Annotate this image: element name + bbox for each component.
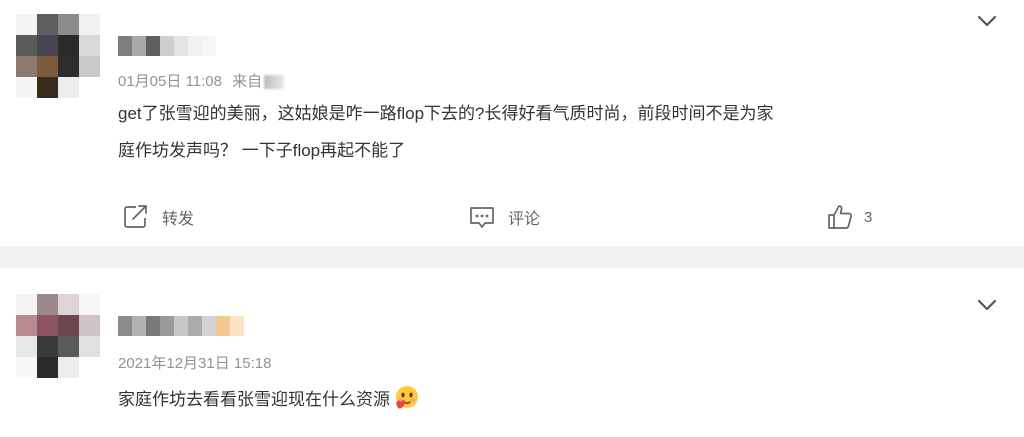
repost-icon [122, 204, 150, 230]
source-label: 来自 [232, 73, 263, 90]
comment-text: get了张雪迎的美丽，这姑娘是咋一路flop下去的?长得好看气质时尚，前段时间不… [118, 95, 774, 169]
comment-label: 评论 [508, 211, 541, 228]
comment-text-line: 家庭作坊去看看张雪迎现在什么资源 [118, 390, 390, 409]
repost-button[interactable]: 转发 [122, 197, 194, 237]
thumbs-up-icon [826, 203, 854, 231]
comment-icon [468, 204, 496, 230]
post-meta: 01月05日 11:08 来自 [118, 70, 285, 91]
like-button[interactable]: 3 [826, 197, 872, 237]
divider [0, 246, 1024, 268]
like-count: 3 [864, 208, 873, 226]
post-meta: 2021年12月31日 15:18 [118, 352, 271, 373]
username[interactable] [118, 36, 216, 56]
timestamp: 2021年12月31日 15:18 [118, 355, 272, 372]
chevron-down-icon[interactable] [976, 13, 998, 29]
comment-text-line: 庭作坊发声吗？ 一下子flop再起不能了 [118, 141, 406, 160]
source-name[interactable] [264, 75, 285, 90]
chevron-down-icon[interactable] [976, 297, 998, 313]
comment-text: 家庭作坊去看看张雪迎现在什么资源 [118, 381, 420, 418]
comment-button[interactable]: 评论 [468, 197, 540, 237]
comment-card: 2021年12月31日 15:18 家庭作坊去看看张雪迎现在什么资源 [0, 268, 1024, 437]
comment-text-line: get了张雪迎的美丽，这姑娘是咋一路flop下去的?长得好看气质时尚，前段时间不… [118, 104, 774, 123]
timestamp: 01月05日 11:08 [118, 73, 222, 90]
emoji-icon [392, 384, 420, 412]
avatar[interactable] [16, 14, 100, 98]
action-bar: 转发 评论 3 [0, 197, 1024, 237]
comment-card: 01月05日 11:08 来自 get了张雪迎的美丽，这姑娘是咋一路flop下去… [0, 0, 1024, 246]
avatar[interactable] [16, 294, 100, 378]
username[interactable] [118, 316, 244, 336]
repost-label: 转发 [162, 211, 195, 228]
